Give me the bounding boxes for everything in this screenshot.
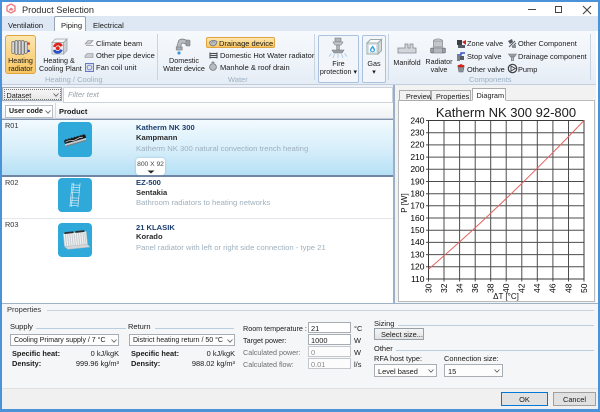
svg-text:36: 36 [470,283,480,293]
svg-text:32: 32 [439,283,449,293]
svg-text:48: 48 [563,283,573,293]
svg-text:240: 240 [410,115,424,125]
svg-text:30: 30 [423,283,433,293]
svg-text:200: 200 [410,164,424,174]
svg-text:46: 46 [548,283,558,293]
svg-text:50: 50 [579,283,589,293]
svg-text:110: 110 [411,274,425,284]
svg-text:150: 150 [410,225,424,235]
svg-text:Katherm NK 300 92-800: Katherm NK 300 92-800 [436,105,576,120]
svg-text:180: 180 [410,189,424,199]
svg-text:210: 210 [410,152,424,162]
svg-text:160: 160 [410,213,424,223]
svg-text:130: 130 [410,249,424,259]
svg-text:120: 120 [410,262,424,272]
svg-text:170: 170 [410,201,424,211]
svg-text:P [W]: P [W] [400,193,409,212]
svg-text:ΔT [°C]: ΔT [°C] [493,292,519,301]
svg-text:230: 230 [410,128,424,138]
svg-text:44: 44 [532,283,542,293]
svg-text:140: 140 [410,237,424,247]
svg-text:220: 220 [410,140,424,150]
svg-text:190: 190 [410,176,424,186]
svg-text:34: 34 [454,283,464,293]
